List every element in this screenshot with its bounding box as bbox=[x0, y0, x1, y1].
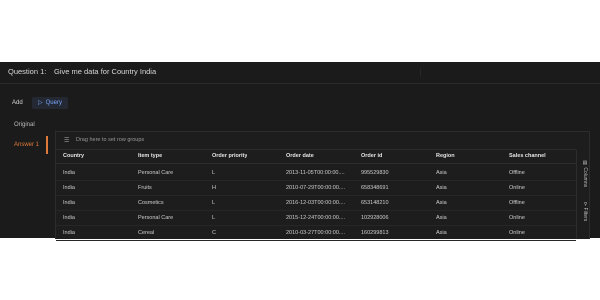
table-cell: 2015-12-24T00:00:00.... bbox=[286, 215, 346, 221]
table-cell: Asia bbox=[436, 185, 447, 191]
row-group-icon: ☰ bbox=[64, 138, 70, 144]
play-icon: ▷ bbox=[38, 100, 43, 106]
sidebar-item-answer-1[interactable]: Answer 1 bbox=[14, 142, 39, 148]
table-row[interactable]: India Fruits H 2010-07-29T00:00:00.... 6… bbox=[56, 180, 576, 196]
row-group-hint: Drag here to set row groups bbox=[76, 137, 145, 143]
table-cell: India bbox=[63, 170, 75, 176]
table-cell: C bbox=[212, 230, 216, 236]
table-cell: Offline bbox=[509, 170, 525, 176]
table-cell: L bbox=[212, 215, 216, 221]
table-cell: H bbox=[212, 185, 216, 191]
filters-tab-label: Filters bbox=[582, 207, 588, 222]
question-bar: Question 1: Give me data for Country Ind… bbox=[0, 62, 600, 84]
query-button[interactable]: ▷ Query bbox=[32, 97, 68, 109]
table-row[interactable]: India Cereal C 2010-03-27T00:00:00.... 1… bbox=[56, 225, 576, 241]
question-text[interactable]: Give me data for Country India bbox=[54, 67, 156, 76]
table-cell: 2010-07-29T00:00:00.... bbox=[286, 185, 346, 191]
table-cell: Online bbox=[509, 230, 525, 236]
question-label: Question 1: bbox=[8, 67, 47, 76]
sidebar-item-original[interactable]: Original bbox=[14, 122, 35, 128]
table-row[interactable]: India Personal Care L 2013-11-05T00:00:0… bbox=[56, 165, 576, 181]
column-header-item-type[interactable]: Item type bbox=[138, 153, 162, 159]
table-cell: L bbox=[212, 170, 216, 176]
table-cell: Personal Care bbox=[138, 170, 174, 176]
column-header-country[interactable]: Country bbox=[63, 153, 84, 159]
add-button[interactable]: Add bbox=[12, 100, 23, 106]
columns-tab[interactable]: ▤ Columns bbox=[578, 160, 588, 187]
table-cell: Offline bbox=[509, 200, 525, 206]
column-header-region[interactable]: Region bbox=[436, 153, 455, 159]
table-row[interactable]: India Cosmetics L 2016-12-03T00:00:00...… bbox=[56, 195, 576, 211]
column-header-order-priority[interactable]: Order priority bbox=[212, 153, 247, 159]
column-header-order-id[interactable]: Order id bbox=[361, 153, 382, 159]
app-window: Question 1: Give me data for Country Ind… bbox=[0, 62, 600, 241]
grid-header: Country Item type Order priority Order d… bbox=[56, 150, 576, 164]
table-cell: 2016-12-03T00:00:00.... bbox=[286, 200, 346, 206]
table-cell: Online bbox=[509, 215, 525, 221]
table-cell: 2013-11-05T00:00:00.... bbox=[286, 170, 345, 176]
row-group-panel[interactable]: ☰ Drag here to set row groups bbox=[56, 132, 576, 150]
table-cell: Cereal bbox=[138, 230, 155, 236]
table-cell: Asia bbox=[436, 230, 447, 236]
table-cell: India bbox=[63, 185, 75, 191]
table-cell: Asia bbox=[436, 170, 447, 176]
table-cell: L bbox=[212, 200, 216, 206]
columns-tab-label: Columns bbox=[582, 167, 588, 188]
table-cell: India bbox=[63, 230, 75, 236]
query-button-label: Query bbox=[45, 100, 62, 106]
table-cell: India bbox=[63, 200, 75, 206]
table-cell: Online bbox=[509, 185, 525, 191]
data-grid: ☰ Drag here to set row groups Country It… bbox=[55, 131, 590, 241]
grid-side-panel: ▤ Columns ⊳ Filters bbox=[576, 150, 589, 239]
column-header-sales-channel[interactable]: Sales channel bbox=[509, 153, 546, 159]
table-cell: 160299813 bbox=[361, 230, 389, 236]
table-cell: Asia bbox=[436, 200, 447, 206]
column-header-order-date[interactable]: Order date bbox=[286, 153, 314, 159]
table-cell: 658348691 bbox=[361, 185, 389, 191]
table-cell: Asia bbox=[436, 215, 447, 221]
table-cell: 2010-03-27T00:00:00.... bbox=[286, 230, 346, 236]
table-cell: 995529830 bbox=[361, 170, 389, 176]
table-cell: 653148210 bbox=[361, 200, 389, 206]
active-answer-indicator bbox=[46, 136, 48, 154]
table-cell: India bbox=[63, 215, 75, 221]
question-divider bbox=[420, 68, 597, 77]
filters-tab[interactable]: ⊳ Filters bbox=[578, 202, 588, 221]
table-cell: Fruits bbox=[138, 185, 152, 191]
table-cell: Cosmetics bbox=[138, 200, 164, 206]
table-row[interactable]: India Personal Care L 2015-12-24T00:00:0… bbox=[56, 210, 576, 226]
table-cell: Personal Care bbox=[138, 215, 174, 221]
table-cell: 102928006 bbox=[361, 215, 389, 221]
